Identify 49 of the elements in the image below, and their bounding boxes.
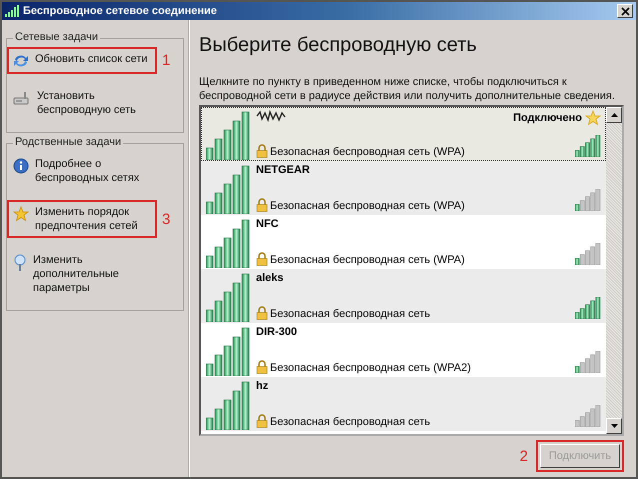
task-link[interactable]: Подробнее о беспроводных сетях (7, 152, 157, 190)
lock-icon (256, 360, 268, 374)
close-icon (620, 6, 630, 16)
lock-icon (256, 252, 268, 266)
router-icon (13, 90, 31, 106)
star-icon (585, 110, 601, 126)
scrollbar[interactable] (606, 107, 622, 434)
signal-icon (5, 5, 19, 17)
arrow-up-icon (610, 113, 618, 117)
connection-status: Подключено (513, 112, 582, 124)
network-name: aleks (256, 272, 285, 284)
lock-icon (256, 198, 268, 212)
arrow-down-icon (610, 424, 618, 428)
network-name: DIR-300 (256, 326, 298, 338)
network-row[interactable]: Безопасная беспроводная сеть (WPA) Подключено (201, 107, 606, 161)
network-row[interactable]: hz Безопасная беспроводная сеть (201, 377, 606, 431)
heading: Выберите беспроводную сеть (199, 34, 478, 57)
scroll-up-button[interactable] (606, 107, 622, 123)
lock-icon (256, 414, 268, 428)
step-number: 1 (162, 52, 170, 69)
task-link[interactable]: Изменить порядок предпочтения сетей (7, 200, 157, 238)
security-text: Безопасная беспроводная сеть (270, 416, 430, 428)
network-name: NFC (256, 218, 280, 230)
group-title: Сетевые задачи (13, 31, 100, 43)
refresh-icon (13, 53, 29, 69)
star-icon (13, 206, 29, 222)
task-link[interactable]: Установить беспроводную сеть (7, 84, 157, 122)
lock-icon (256, 144, 268, 158)
task-link[interactable]: Обновить список сети (7, 47, 157, 74)
description-text: Щелкните по пункту в приведенном ниже списке, чтобы подключиться к беспроводной сети в радиусе действия или получить дополнительные сведения. (199, 75, 616, 103)
network-name: NETGEAR (256, 164, 311, 176)
network-row[interactable]: aleks Безопасная беспроводная сеть (201, 269, 606, 323)
close-button[interactable] (617, 4, 633, 18)
magnifier-icon (13, 254, 27, 272)
step-number: 2 (520, 448, 528, 464)
group-title: Родственные задачи (13, 136, 124, 148)
scroll-down-button[interactable] (606, 418, 622, 434)
security-text: Безопасная беспроводная сеть (270, 308, 430, 320)
lock-icon (256, 306, 268, 320)
security-text: Безопасная беспроводная сеть (WPA) (270, 200, 465, 212)
step-number: 3 (162, 210, 170, 228)
network-name: hz (256, 380, 270, 392)
security-text: Безопасная беспроводная сеть (WPA2) (270, 362, 471, 374)
task-link[interactable]: Изменить дополнительные параметры (7, 248, 157, 300)
security-text: Безопасная беспроводная сеть (WPA) (270, 146, 465, 158)
window-title: Беспроводное сетевое соединение (23, 5, 217, 17)
security-text: Безопасная беспроводная сеть (WPA) (270, 254, 465, 266)
network-row[interactable]: NETGEAR Безопасная беспроводная сеть (WPA) (201, 161, 606, 215)
info-icon (13, 158, 29, 174)
